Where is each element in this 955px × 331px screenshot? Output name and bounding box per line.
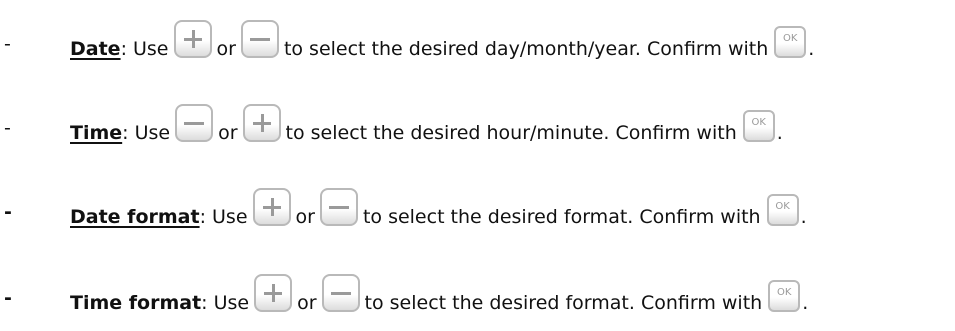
use-text: : Use (201, 292, 250, 314)
action-text: to select the desired format. Confirm wi… (364, 292, 763, 314)
term-date: Date (70, 38, 121, 60)
end-period: . (800, 206, 807, 228)
or-text: or (216, 38, 236, 60)
action-text: to select the desired day/month/year. Co… (283, 38, 769, 60)
plus-icon (173, 20, 212, 58)
instruction-line: Time format : Use or to select the desir… (70, 266, 808, 314)
ok-icon: OK (742, 110, 775, 142)
minus-icon (319, 188, 358, 226)
use-text: : Use (122, 122, 171, 144)
term-date-format: Date format (70, 206, 200, 228)
term-time: Time (70, 122, 123, 144)
list-item-time: - Time : Use or to select the desired ho… (0, 96, 955, 144)
plus-icon (242, 104, 281, 142)
instruction-line: Time : Use or to select the desired hour… (70, 96, 783, 144)
bullet-dash: - (4, 33, 11, 55)
end-period: . (802, 292, 809, 314)
list-item-date: - Date : Use or to select the desired da… (0, 12, 955, 60)
minus-icon (175, 104, 214, 142)
bullet-dash: - (4, 287, 12, 309)
list-item-date-format: - Date format : Use or to select the des… (0, 180, 955, 228)
term-time-format: Time format (70, 292, 202, 314)
or-text: or (218, 122, 238, 144)
list-item-time-format: - Time format : Use or to select the des… (0, 266, 955, 314)
plus-icon (254, 274, 293, 312)
minus-icon (240, 20, 279, 58)
action-text: to select the desired format. Confirm wi… (362, 206, 761, 228)
minus-icon (321, 274, 360, 312)
use-text: : Use (120, 38, 169, 60)
instruction-line: Date : Use or to select the desired day/… (70, 12, 814, 60)
plus-icon (252, 188, 291, 226)
bullet-dash: - (4, 117, 11, 139)
bullet-dash: - (4, 201, 12, 223)
end-period: . (808, 38, 815, 60)
or-text: or (297, 292, 317, 314)
instruction-line: Date format : Use or to select the desir… (70, 180, 807, 228)
end-period: . (776, 122, 783, 144)
or-text: or (295, 206, 315, 228)
ok-icon: OK (774, 26, 807, 58)
action-text: to select the desired hour/minute. Confi… (285, 122, 737, 144)
ok-icon: OK (768, 280, 801, 312)
use-text: : Use (199, 206, 248, 228)
ok-icon: OK (766, 194, 799, 226)
